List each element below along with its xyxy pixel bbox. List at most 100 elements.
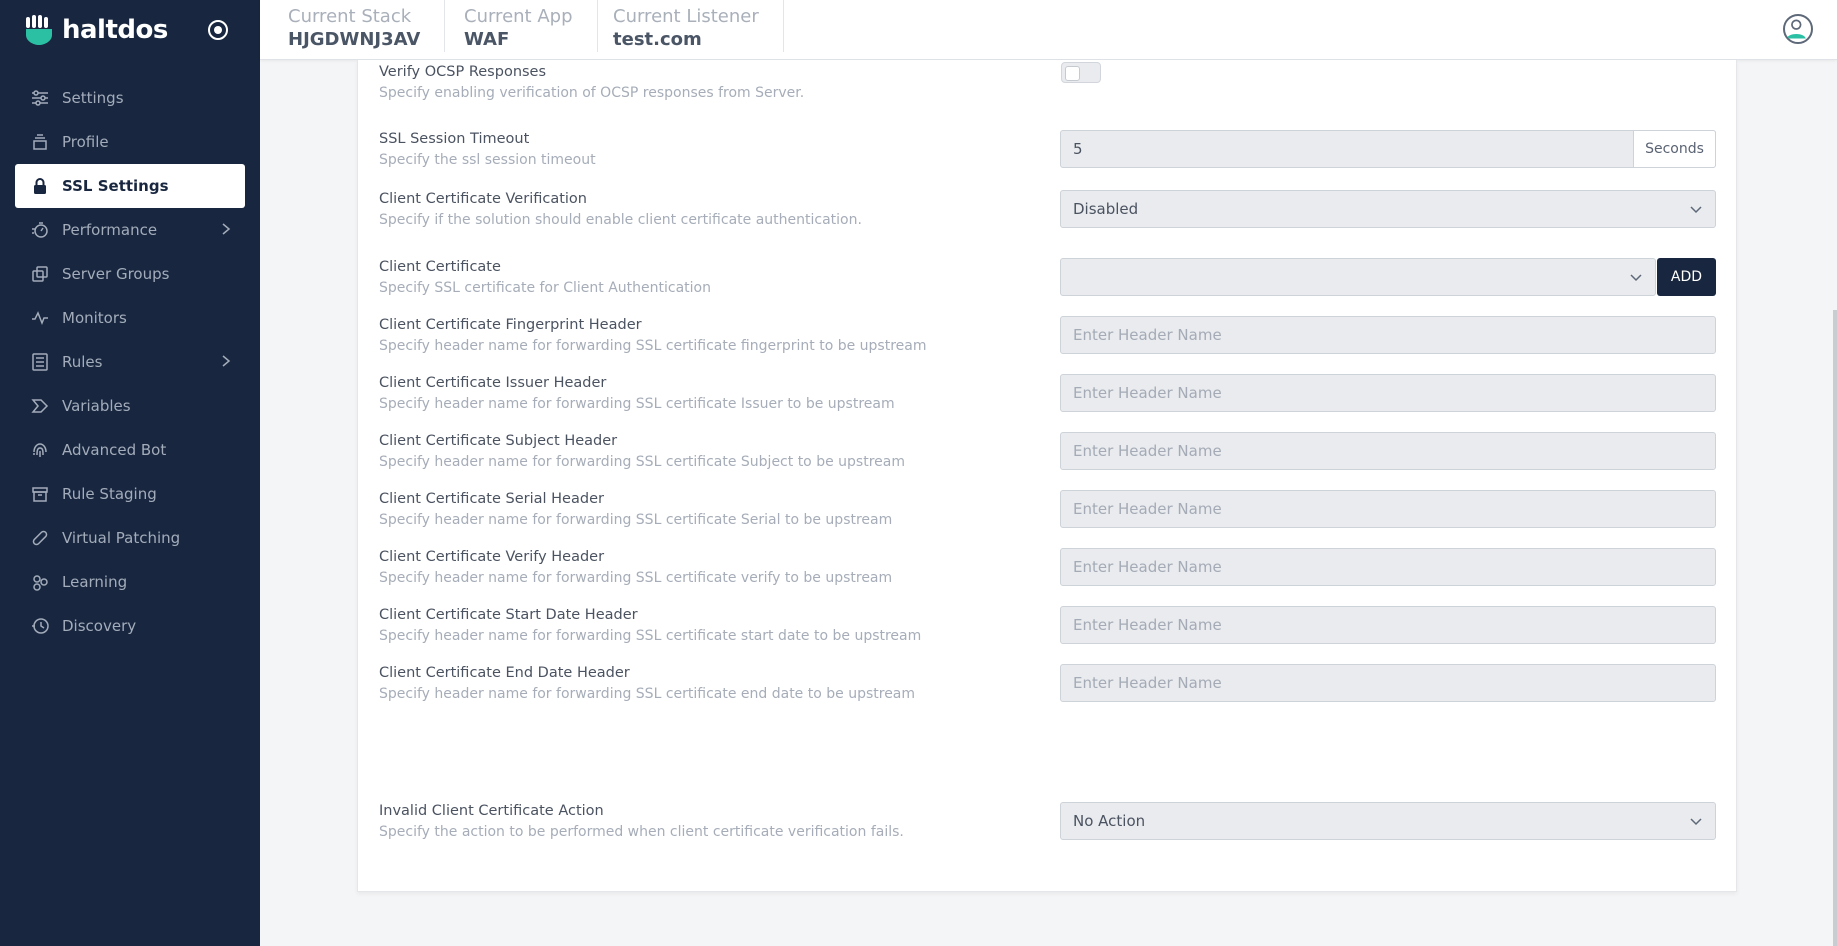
pulse-icon (30, 308, 50, 328)
lock-icon (30, 176, 50, 196)
select-value: No Action (1073, 812, 1146, 830)
sidebar-item-rules[interactable]: Rules (0, 340, 260, 384)
client-certificate-end-date-header-input[interactable]: Enter Header Name (1060, 664, 1716, 702)
list-icon (30, 352, 50, 372)
client-certificate-verify-header-input[interactable]: Enter Header Name (1060, 548, 1716, 586)
tag-icon (30, 396, 50, 416)
crumb-value: HJGDWNJ3AV (288, 29, 421, 50)
input-placeholder: Enter Header Name (1073, 326, 1222, 344)
stopwatch-icon (30, 220, 50, 240)
chevron-down-icon (1690, 206, 1702, 214)
fingerprint-icon (30, 440, 50, 460)
field-title: Client Certificate Subject Header (379, 433, 618, 449)
crumb-current-listener[interactable]: Current Listener test.com (585, 0, 784, 52)
sidebar-item-discovery[interactable]: Discovery (0, 604, 260, 648)
field-title: Client Certificate Verification (379, 191, 587, 207)
sidebar-toggle-icon[interactable] (208, 20, 228, 40)
sidebar-item-label: Virtual Patching (62, 529, 181, 547)
field-description: Specify the ssl session timeout (379, 152, 596, 168)
brand-logo[interactable]: haltdos (26, 14, 168, 46)
field-title: Client Certificate Serial Header (379, 491, 604, 507)
field-description: Specify header name for forwarding SSL c… (379, 570, 893, 586)
input-placeholder: Enter Header Name (1073, 558, 1222, 576)
crumb-current-app[interactable]: Current App WAF (436, 0, 598, 52)
sidebar: haltdos Settings Profile SSL Settings Perfo… (0, 0, 260, 946)
sidebar-item-advanced-bot[interactable]: Advanced Bot (0, 428, 260, 472)
brand-name: haltdos (62, 15, 168, 45)
session-timeout-input[interactable]: 5 Seconds (1060, 130, 1716, 168)
sidebar-item-monitors[interactable]: Monitors (0, 296, 260, 340)
field-description: Specify header name for forwarding SSL c… (379, 396, 895, 412)
sidebar-item-rule-staging[interactable]: Rule Staging (0, 472, 260, 516)
field-title: SSL Session Timeout (379, 131, 530, 147)
sidebar-item-label: Rule Staging (62, 485, 157, 503)
client-certificate-fingerprint-header-input[interactable]: Enter Header Name (1060, 316, 1716, 354)
sidebar-item-label: Server Groups (62, 265, 170, 283)
ssl-settings-card: Verify OCSP Responses Specify enabling v… (357, 60, 1737, 892)
sidebar-item-settings[interactable]: Settings (0, 76, 260, 120)
field-description: Specify header name for forwarding SSL c… (379, 512, 893, 528)
crumb-current-stack[interactable]: Current Stack HJGDWNJ3AV (260, 0, 446, 52)
chevron-down-icon (1690, 818, 1702, 826)
chevron-down-icon (1630, 274, 1642, 282)
input-value: 5 (1073, 140, 1083, 158)
crumb-label: Current Stack (288, 6, 412, 27)
client-certificate-issuer-header-input[interactable]: Enter Header Name (1060, 374, 1716, 412)
field-description: Specify header name for forwarding SSL c… (379, 454, 905, 470)
input-placeholder: Enter Header Name (1073, 616, 1222, 634)
history-icon (30, 616, 50, 636)
sliders-icon (30, 88, 50, 108)
input-placeholder: Enter Header Name (1073, 442, 1222, 460)
sidebar-item-learning[interactable]: Learning (0, 560, 260, 604)
sidebar-item-profile[interactable]: Profile (0, 120, 260, 164)
sidebar-item-label: Rules (62, 353, 103, 371)
field-title: Client Certificate Verify Header (379, 549, 605, 565)
crumb-value: WAF (464, 29, 510, 50)
client-certificate-subject-header-input[interactable]: Enter Header Name (1060, 432, 1716, 470)
client-certificate-start-date-header-input[interactable]: Enter Header Name (1060, 606, 1716, 644)
ocsp-toggle[interactable] (1061, 62, 1101, 83)
archive-icon (30, 484, 50, 504)
crumb-label: Current App (464, 6, 573, 27)
sidebar-item-variables[interactable]: Variables (0, 384, 260, 428)
sidebar-item-ssl-settings[interactable]: SSL Settings (15, 164, 245, 208)
sidebar-item-server-groups[interactable]: Server Groups (0, 252, 260, 296)
field-title: Invalid Client Certificate Action (379, 803, 604, 819)
field-description: Specify SSL certificate for Client Authe… (379, 280, 711, 296)
client-certificate-serial-header-input[interactable]: Enter Header Name (1060, 490, 1716, 528)
add-certificate-button[interactable]: ADD (1657, 258, 1716, 296)
invalid-action-select[interactable]: No Action (1060, 802, 1716, 840)
sidebar-item-label: Learning (62, 573, 128, 591)
chevron-right-icon (222, 355, 231, 367)
input-placeholder: Enter Header Name (1073, 500, 1222, 518)
haltdos-logo-icon (26, 15, 52, 45)
field-title: Client Certificate Fingerprint Header (379, 317, 642, 333)
bandage-icon (30, 528, 50, 548)
client-verification-select[interactable]: Disabled (1060, 190, 1716, 228)
sidebar-item-performance[interactable]: Performance (0, 208, 260, 252)
field-description: Specify header name for forwarding SSL c… (379, 686, 916, 702)
user-avatar-icon[interactable] (1783, 14, 1813, 44)
page-scrollbar[interactable] (1833, 310, 1837, 946)
field-description: Specify header name for forwarding SSL c… (379, 628, 922, 644)
field-description: Specify enabling verification of OCSP re… (379, 85, 805, 101)
chevron-right-icon (222, 223, 231, 235)
input-placeholder: Enter Header Name (1073, 384, 1222, 402)
top-bar: Current Stack HJGDWNJ3AV Current App WAF… (260, 0, 1837, 60)
field-title: Verify OCSP Responses (379, 64, 547, 80)
client-certificate-select[interactable] (1060, 258, 1656, 296)
field-description: Specify the action to be performed when … (379, 824, 904, 840)
seconds-unit-addon: Seconds (1633, 130, 1716, 168)
copy-icon (30, 264, 50, 284)
crumb-label: Current Listener (613, 6, 759, 27)
molecule-icon (30, 572, 50, 592)
sidebar-item-label: Performance (62, 221, 158, 239)
sidebar-nav: Settings Profile SSL Settings Performance Se… (0, 76, 260, 648)
sidebar-item-virtual-patching[interactable]: Virtual Patching (0, 516, 260, 560)
field-title: Client Certificate Start Date Header (379, 607, 638, 623)
select-value: Disabled (1073, 200, 1139, 218)
sidebar-item-label: Variables (62, 397, 131, 415)
input-placeholder: Enter Header Name (1073, 674, 1222, 692)
field-title: Client Certificate (379, 259, 501, 275)
field-title: Client Certificate Issuer Header (379, 375, 607, 391)
